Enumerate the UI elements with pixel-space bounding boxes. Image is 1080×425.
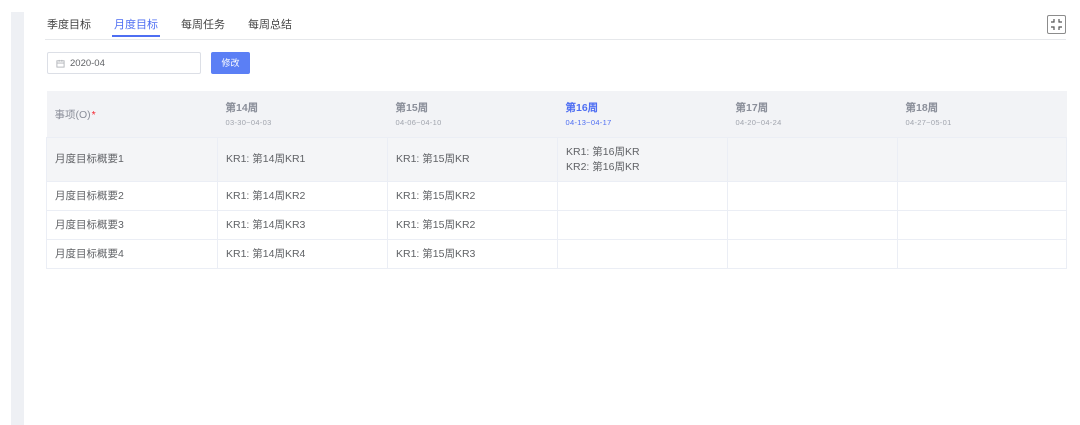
edit-button[interactable]: 修改 <box>211 52 250 74</box>
week-label: 第16周 <box>565 101 599 114</box>
week-kr-cell <box>897 181 1067 211</box>
tab-divider <box>45 39 1066 40</box>
week-header: 第17周 04-20~04-24 <box>727 91 898 138</box>
item-header-label: 事项(O) <box>54 109 91 121</box>
fullscreen-exit-icon <box>1051 19 1062 30</box>
table-row[interactable]: 月度目标概要3 KR1: 第14周KR3 KR1: 第15周KR2 <box>46 210 1067 240</box>
week-label: 第15周 <box>395 101 429 114</box>
table-row[interactable]: 月度目标概要1 KR1: 第14周KR1 KR1: 第15周KR KR1: 第1… <box>46 137 1067 182</box>
kr-entry: KR1: 第15周KR2 <box>396 189 476 202</box>
week-date-range: 03-30~04-03 <box>225 117 272 127</box>
goal-summary: 月度目标概要4 <box>55 247 124 260</box>
week-kr-cell: KR1: 第15周KR2 <box>387 181 558 211</box>
week-kr-cell <box>557 181 728 211</box>
kr-entry: KR1: 第15周KR <box>396 153 470 165</box>
week-kr-cell: KR1: 第15周KR <box>387 137 558 182</box>
week-header: 第14周 03-30~04-03 <box>217 91 388 138</box>
week-kr-cell: KR1: 第15周KR3 <box>387 239 558 269</box>
kr-entry: KR1: 第14周KR3 <box>226 218 306 231</box>
kr-entry: KR1: 第14周KR4 <box>226 247 306 260</box>
week-kr-cell <box>897 239 1067 269</box>
week-label: 第18周 <box>905 101 939 114</box>
goal-summary: 月度目标概要2 <box>55 189 124 202</box>
week-kr-cell <box>557 210 728 240</box>
goal-summary: 月度目标概要3 <box>55 218 124 231</box>
tab-monthly-goals[interactable]: 月度目标 <box>112 16 160 37</box>
week-header: 第16周 04-13~04-17 <box>557 91 728 138</box>
table-row[interactable]: 月度目标概要4 KR1: 第14周KR4 KR1: 第15周KR3 <box>46 239 1067 269</box>
monthly-goal-table: 事项(O)* 第14周 03-30~04-03 第15周 04-06~04-10… <box>46 91 1067 269</box>
exit-fullscreen-button[interactable] <box>1047 15 1066 34</box>
week-kr-cell <box>727 137 898 182</box>
week-kr-cell <box>897 137 1067 182</box>
goal-summary: 月度目标概要1 <box>55 153 124 165</box>
month-picker[interactable]: 2020-04 <box>47 52 201 74</box>
week-kr-cell <box>727 239 898 269</box>
goal-tabs: 季度目标 月度目标 每周任务 每周总结 <box>47 16 315 37</box>
week-kr-cell: KR1: 第14周KR2 <box>217 181 388 211</box>
week-date-range: 04-13~04-17 <box>565 117 612 127</box>
week-label: 第17周 <box>735 101 769 114</box>
week-kr-cell <box>557 239 728 269</box>
week-header: 第15周 04-06~04-10 <box>387 91 558 138</box>
table-row[interactable]: 月度目标概要2 KR1: 第14周KR2 KR1: 第15周KR2 <box>46 181 1067 211</box>
month-value: 2020-04 <box>70 57 105 69</box>
table-header-row: 事项(O)* 第14周 03-30~04-03 第15周 04-06~04-10… <box>46 91 1067 138</box>
kr-entry: KR1: 第15周KR2 <box>396 218 476 231</box>
week-kr-cell <box>727 210 898 240</box>
sidebar-strip <box>11 12 24 425</box>
tab-quarterly-goals[interactable]: 季度目标 <box>47 16 91 37</box>
kr-entry: KR1: 第16周KR <box>566 145 640 158</box>
goal-summary-cell: 月度目标概要4 <box>46 239 218 269</box>
required-mark: * <box>91 109 96 121</box>
week-kr-cell <box>897 210 1067 240</box>
week-kr-cell: KR1: 第14周KR1 <box>217 137 388 182</box>
week-kr-cell: KR1: 第15周KR2 <box>387 210 558 240</box>
calendar-icon <box>56 59 65 68</box>
kr-entry: KR2: 第16周KR <box>566 160 640 173</box>
week-label: 第14周 <box>225 101 259 114</box>
goal-summary-cell: 月度目标概要3 <box>46 210 218 240</box>
week-kr-cell: KR1: 第16周KR KR2: 第16周KR <box>557 137 728 182</box>
week-date-range: 04-06~04-10 <box>395 117 442 127</box>
week-header: 第18周 04-27~05-01 <box>897 91 1067 138</box>
week-kr-cell: KR1: 第14周KR4 <box>217 239 388 269</box>
tab-weekly-tasks[interactable]: 每周任务 <box>181 16 225 37</box>
week-kr-cell: KR1: 第14周KR3 <box>217 210 388 240</box>
goal-summary-cell: 月度目标概要1 <box>46 137 218 182</box>
kr-entry: KR1: 第14周KR1 <box>226 153 306 165</box>
kr-entry: KR1: 第14周KR2 <box>226 189 306 202</box>
kr-entry: KR1: 第15周KR3 <box>396 247 476 260</box>
week-kr-cell <box>727 181 898 211</box>
week-date-range: 04-20~04-24 <box>735 117 782 127</box>
tab-weekly-summary[interactable]: 每周总结 <box>248 16 292 37</box>
goal-summary-cell: 月度目标概要2 <box>46 181 218 211</box>
week-date-range: 04-27~05-01 <box>905 117 952 127</box>
item-column-header: 事项(O)* <box>46 91 218 138</box>
